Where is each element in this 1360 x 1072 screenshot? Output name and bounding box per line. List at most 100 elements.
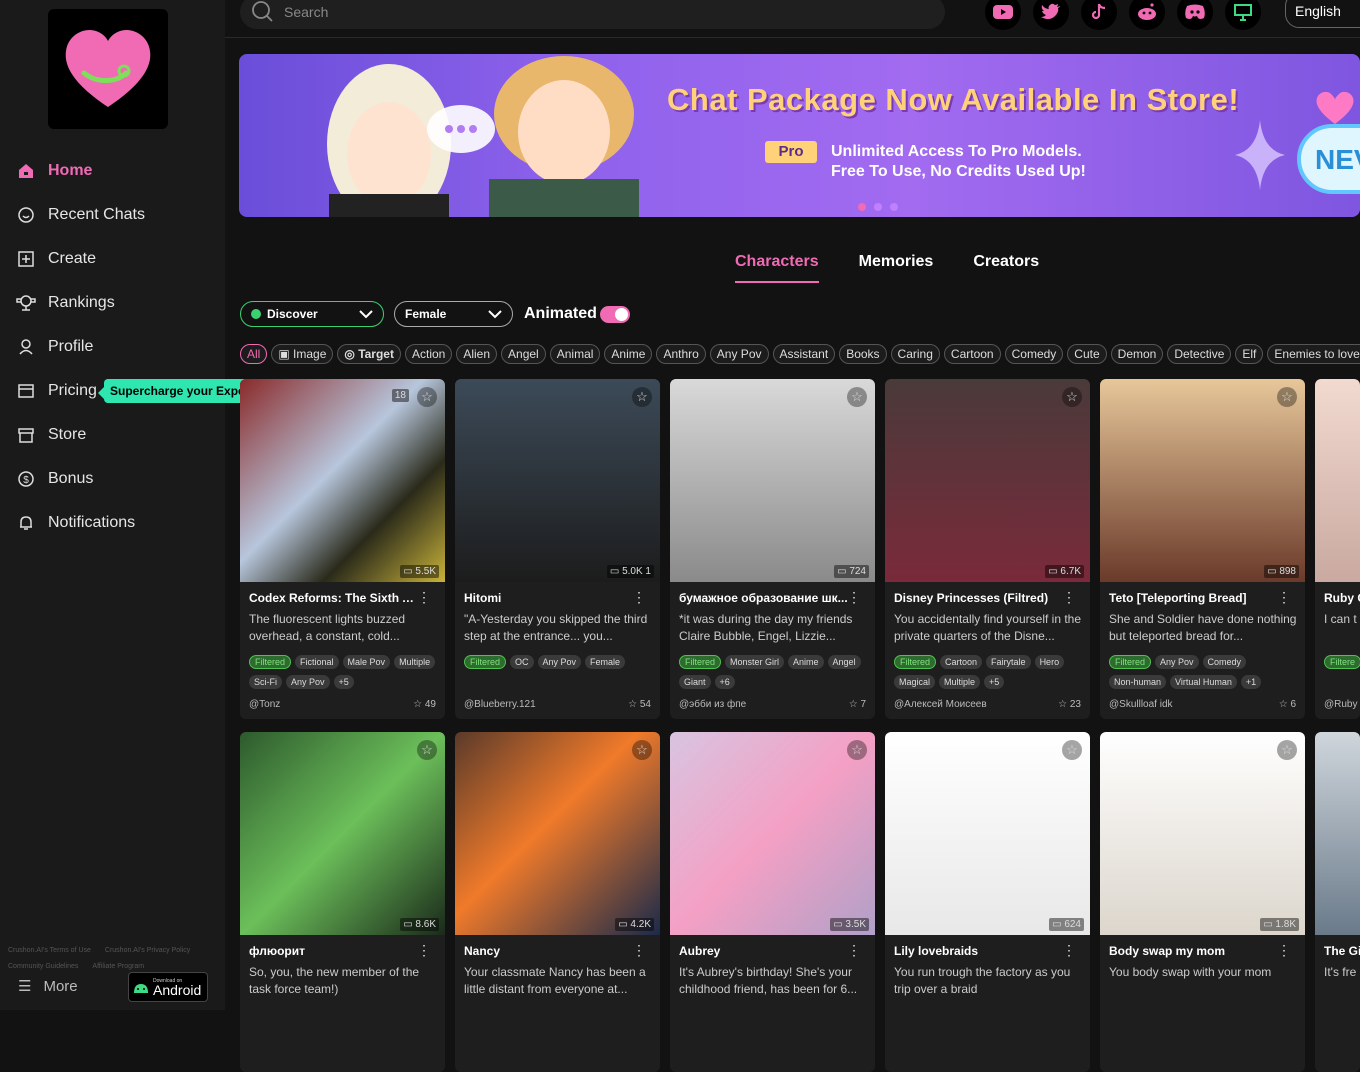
character-title[interactable]: Aubrey	[679, 944, 849, 958]
terms-link[interactable]: Crushon.AI's Terms of Use	[8, 943, 91, 959]
character-image[interactable]	[670, 379, 875, 582]
guidelines-link[interactable]: Community Guidelines	[8, 959, 78, 975]
twitter-icon[interactable]	[1033, 0, 1069, 30]
sidebar-item-pricing[interactable]: Pricing	[16, 376, 97, 406]
character-tag[interactable]: Comedy	[1202, 655, 1247, 669]
favorite-star-icon[interactable]: ☆	[1277, 740, 1297, 760]
android-download-button[interactable]: Download on Android	[128, 972, 208, 1002]
tag-chip[interactable]: Cute	[1067, 344, 1107, 364]
tag-chip[interactable]: Detective	[1167, 344, 1232, 364]
character-title[interactable]: флюорит	[249, 944, 419, 958]
character-title[interactable]: Codex Reforms: The Sixth Ar...	[249, 591, 419, 605]
carousel-dot[interactable]	[874, 203, 882, 211]
youtube-icon[interactable]	[985, 0, 1021, 30]
character-title[interactable]: Disney Princesses (Filtred)	[894, 591, 1064, 605]
character-tag[interactable]: Virtual Human	[1170, 675, 1237, 689]
character-tag[interactable]: +5	[333, 675, 354, 689]
tag-chip[interactable]: Any Pov	[709, 344, 769, 364]
character-image[interactable]	[885, 379, 1090, 582]
character-card[interactable]: ☆ ▭ 724 бумажное образование шк... ⋮ *it was…	[670, 379, 875, 719]
tag-chip[interactable]: Alien	[456, 344, 498, 364]
character-tag[interactable]: Giant	[679, 675, 711, 689]
character-tag[interactable]: Fictional	[295, 655, 339, 669]
tag-chip[interactable]: Elf	[1235, 344, 1264, 364]
character-card[interactable]: ☆ ▭ 5.0K 1 Hitomi ⋮ "A-Yesterday you skipped…	[455, 379, 660, 719]
character-tag[interactable]: +5	[984, 675, 1005, 689]
character-tag[interactable]: Monster Girl	[725, 655, 785, 669]
character-card[interactable]: ☆ ▭ 3.5K Aubrey ⋮ It's Aubrey's birthday! Sh…	[670, 732, 875, 1072]
more-button[interactable]: ☰ More	[18, 977, 78, 996]
app-logo[interactable]	[48, 9, 168, 129]
gender-dropdown[interactable]: Female	[394, 301, 513, 327]
favorite-star-icon[interactable]: ☆	[1062, 740, 1082, 760]
character-tag[interactable]: Anime	[788, 655, 824, 669]
character-tag[interactable]: +6	[714, 675, 735, 689]
character-tag[interactable]: Filtered	[1109, 655, 1152, 669]
character-title[interactable]: Body swap my mom	[1109, 944, 1279, 958]
character-tag[interactable]: Filtered	[464, 655, 507, 669]
character-card[interactable]: Ruby C I can t want? Filtere @Ruby	[1315, 379, 1360, 719]
character-tag[interactable]: Filtered	[249, 655, 292, 669]
more-options-icon[interactable]: ⋮	[417, 942, 431, 959]
monitor-icon[interactable]	[1225, 0, 1261, 30]
more-options-icon[interactable]: ⋮	[632, 589, 646, 606]
tag-chip[interactable]: Angel	[501, 344, 546, 364]
character-tag[interactable]: Angel	[827, 655, 861, 669]
more-options-icon[interactable]: ⋮	[847, 942, 861, 959]
animated-toggle[interactable]	[600, 306, 630, 323]
tiktok-icon[interactable]	[1081, 0, 1117, 30]
character-tag[interactable]: Multiple	[939, 675, 981, 689]
character-title[interactable]: Teto [Teleporting Bread]	[1109, 591, 1279, 605]
tag-chip[interactable]: Books	[839, 344, 887, 364]
tag-chip[interactable]: Assistant	[772, 344, 836, 364]
sidebar-item-bonus[interactable]: $ Bonus	[16, 464, 93, 494]
tab-memories[interactable]: Memories	[859, 253, 934, 283]
more-options-icon[interactable]: ⋮	[847, 589, 861, 606]
sidebar-item-notifications[interactable]: Notifications	[16, 508, 135, 538]
sidebar-item-profile[interactable]: Profile	[16, 332, 93, 362]
author-name[interactable]: @Skullloaf idk	[1109, 699, 1173, 710]
sidebar-item-store[interactable]: Store	[16, 420, 86, 450]
favorite-star-icon[interactable]: ☆	[632, 740, 652, 760]
character-tag[interactable]: Filtere	[1324, 655, 1360, 669]
tag-chip-target[interactable]: ◎ Target	[337, 344, 401, 364]
character-image[interactable]	[240, 379, 445, 582]
character-tag[interactable]: Fairytale	[986, 655, 1031, 669]
tag-chip[interactable]: All	[240, 344, 268, 364]
sidebar-item-recent-chats[interactable]: Recent Chats	[16, 200, 145, 230]
character-tag[interactable]: Any Pov	[537, 655, 582, 669]
author-name[interactable]: @Tonz	[249, 699, 280, 710]
discord-icon[interactable]	[1177, 0, 1213, 30]
character-tag[interactable]: Cartoon	[940, 655, 983, 669]
language-selector[interactable]: English	[1285, 0, 1360, 28]
character-image[interactable]	[455, 732, 660, 935]
sidebar-item-home[interactable]: Home	[16, 156, 92, 186]
character-title[interactable]: бумажное образование шк...	[679, 591, 849, 605]
privacy-link[interactable]: Crushon.AI's Privacy Policy	[105, 943, 190, 959]
character-tag[interactable]: Male Pov	[342, 655, 391, 669]
carousel-dots[interactable]	[858, 203, 898, 211]
character-image[interactable]	[455, 379, 660, 582]
character-card[interactable]: ☆ ▭ 624 Lily lovebraids ⋮ You run trough the…	[885, 732, 1090, 1072]
character-card[interactable]: ☆ 18 ▭ 5.5K Codex Reforms: The Sixth Ar... ⋮…	[240, 379, 445, 719]
carousel-dot[interactable]	[890, 203, 898, 211]
character-image[interactable]	[1100, 379, 1305, 582]
character-image[interactable]	[670, 732, 875, 935]
tab-creators[interactable]: Creators	[973, 253, 1039, 283]
favorite-star-icon[interactable]: ☆	[632, 387, 652, 407]
search-input[interactable]: Search	[284, 4, 328, 20]
character-tag[interactable]: Sci-Fi	[249, 675, 282, 689]
character-image[interactable]	[1100, 732, 1305, 935]
character-card[interactable]: The Gi It's fre stop. Y	[1315, 732, 1360, 1072]
character-tag[interactable]: Any Pov	[1155, 655, 1199, 669]
favorite-star-icon[interactable]: ☆	[1062, 387, 1082, 407]
promo-banner[interactable]: Chat Package Now Available In Store! Pro…	[239, 54, 1360, 217]
tag-chip[interactable]: Comedy	[1004, 344, 1064, 364]
favorite-star-icon[interactable]: ☆	[417, 387, 437, 407]
favorite-star-icon[interactable]: ☆	[417, 740, 437, 760]
character-image[interactable]	[885, 732, 1090, 935]
character-card[interactable]: ☆ ▭ 898 Teto [Teleporting Bread] ⋮ She and S…	[1100, 379, 1305, 719]
reddit-icon[interactable]	[1129, 0, 1165, 30]
more-options-icon[interactable]: ⋮	[632, 942, 646, 959]
sidebar-item-create[interactable]: Create	[16, 244, 96, 274]
